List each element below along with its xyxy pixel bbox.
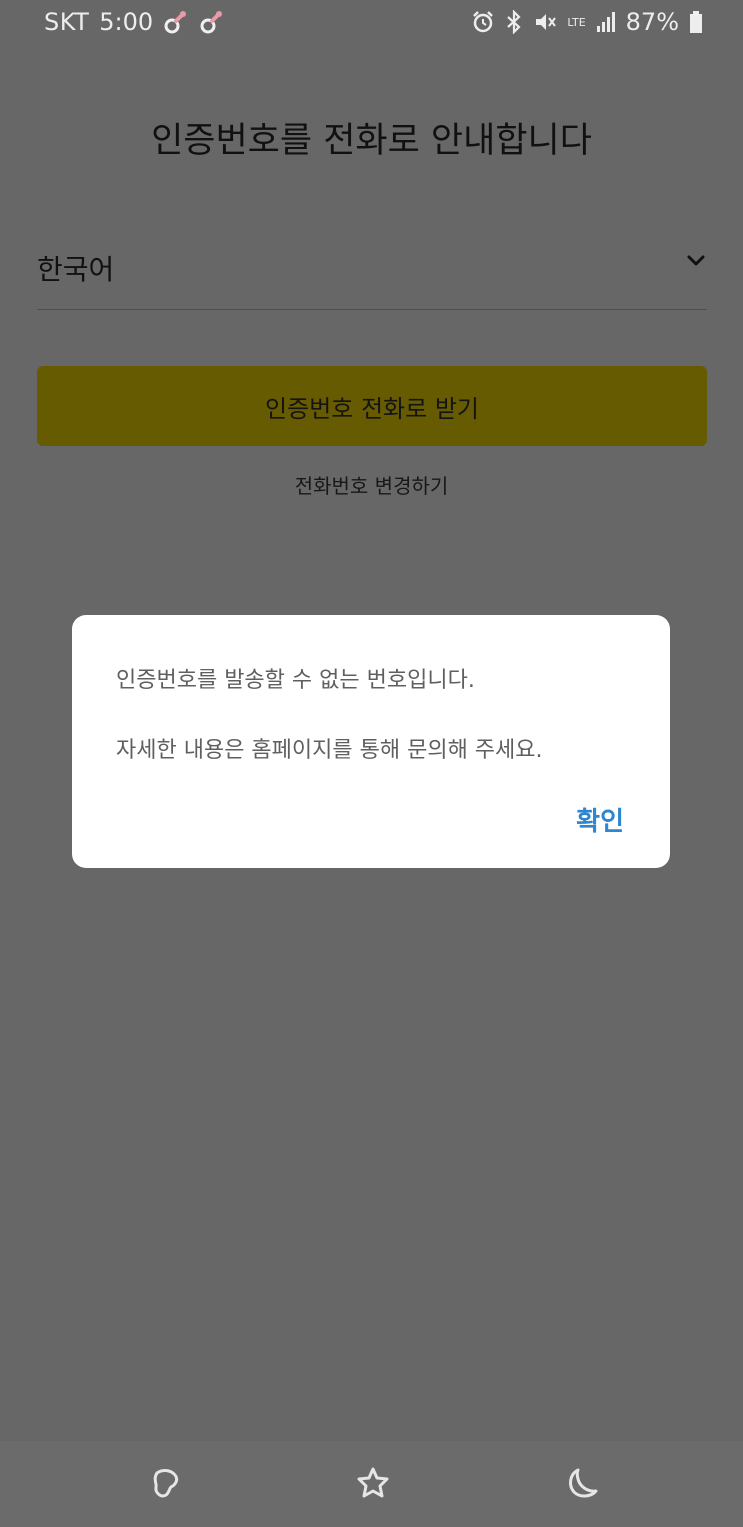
chevron-down-icon [687,255,705,266]
recent-apps-icon[interactable] [147,1465,183,1501]
carrier-label: SKT [44,8,90,36]
dialog-message-line2: 자세한 내용은 홈페이지를 통해 문의해 주세요. [116,738,543,763]
pacifier-icon [164,11,187,34]
language-select[interactable]: 한국어 [37,240,707,310]
receive-code-by-call-button[interactable]: 인증번호 전화로 받기 [37,366,707,446]
dialog-confirm-button[interactable]: 확인 [576,801,624,838]
mute-icon [536,14,557,30]
status-bar: SKT 5:00 LTE 87% [0,0,743,48]
alarm-icon [473,11,494,33]
battery-percent: 87% [625,8,679,36]
clock: 5:00 [99,8,154,36]
pacifier-icon [200,11,223,34]
navigation-bar [0,1441,743,1527]
dialog-message-line1: 인증번호를 발송할 수 없는 번호입니다. [116,668,475,693]
alert-dialog: 인증번호를 발송할 수 없는 번호입니다. 자세한 내용은 홈페이지를 통해 문… [72,615,670,868]
status-left: SKT 5:00 [44,8,225,36]
back-icon[interactable] [564,1465,600,1501]
lte-icon: LTE [567,15,586,29]
status-right: LTE 87% [471,8,703,36]
signal-icon [596,12,615,32]
battery-icon [690,11,702,33]
change-phone-number-link[interactable]: 전화번호 변경하기 [0,470,743,499]
page-title: 인증번호를 전화로 안내합니다 [151,121,592,161]
home-icon[interactable] [355,1465,391,1501]
language-select-value: 한국어 [37,253,115,286]
bluetooth-icon [507,10,521,34]
